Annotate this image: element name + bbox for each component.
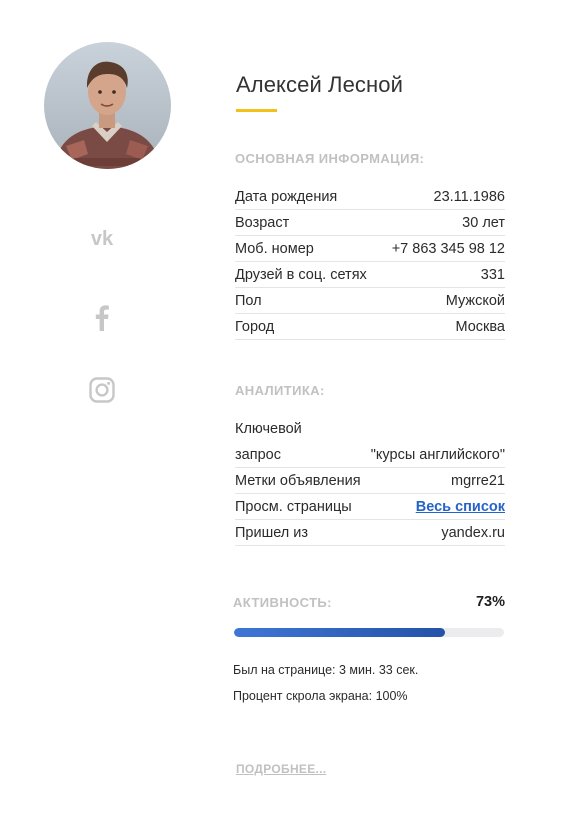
- user-photo-icon: [44, 42, 171, 169]
- activity-progress-bar: [234, 628, 504, 637]
- info-row-gender: Пол Мужской: [235, 288, 505, 314]
- section-title-basic: ОСНОВНАЯ ИНФОРМАЦИЯ:: [235, 151, 425, 166]
- full-list-link[interactable]: Весь список: [416, 499, 505, 515]
- analytics-row-source: Пришел из yandex.ru: [235, 520, 505, 546]
- row-value: 23.11.1986: [433, 188, 506, 205]
- analytics-row-page-views: Просм. страницы Весь список: [235, 494, 505, 520]
- row-value: 30 лет: [462, 214, 505, 231]
- row-value: "курсы английского": [370, 446, 505, 463]
- row-label: Друзей в соц. сетях: [235, 266, 367, 283]
- row-label: Метки объявления: [235, 472, 361, 489]
- row-label: Моб. номер: [235, 240, 314, 257]
- activity-progress-fill: [234, 628, 445, 637]
- analytics-row-ad-tags: Метки объявления mgrre21: [235, 468, 505, 494]
- analytics-list: Ключевой запрос "курсы английского" Метк…: [235, 416, 505, 546]
- instagram-icon[interactable]: [86, 374, 118, 406]
- row-label: Возраст: [235, 214, 290, 231]
- section-title-analytics: АНАЛИТИКА:: [235, 383, 325, 398]
- vk-icon[interactable]: vk: [86, 222, 118, 254]
- row-label: Пол: [235, 292, 262, 309]
- row-value: Москва: [455, 318, 505, 335]
- row-label: Дата рождения: [235, 188, 338, 205]
- row-label: Просм. страницы: [235, 498, 352, 515]
- facebook-icon[interactable]: [86, 301, 118, 333]
- row-value: yandex.ru: [441, 524, 505, 541]
- info-row-birthdate: Дата рождения 23.11.1986: [235, 184, 505, 210]
- row-value: mgrre21: [451, 472, 505, 489]
- row-label: Город: [235, 318, 275, 335]
- row-value: Мужской: [445, 292, 505, 309]
- name-underline: [236, 109, 277, 112]
- info-row-city: Город Москва: [235, 314, 505, 340]
- info-row-phone: Моб. номер +7 863 345 98 12: [235, 236, 505, 262]
- avatar: [44, 42, 171, 169]
- info-row-age: Возраст 30 лет: [235, 210, 505, 236]
- row-label: Пришел из: [235, 524, 309, 541]
- row-value: +7 863 345 98 12: [391, 240, 505, 257]
- info-row-friends: Друзей в соц. сетях 331: [235, 262, 505, 288]
- time-on-page: Был на странице: 3 мин. 33 сек.: [233, 663, 419, 677]
- profile-name: Алексей Лесной: [236, 72, 404, 97]
- analytics-row-keyword: запрос "курсы английского": [235, 442, 505, 468]
- activity-header: АКТИВНОСТЬ: 73%: [233, 594, 505, 610]
- analytics-row-keyword-line1: Ключевой: [235, 416, 505, 442]
- basic-info-list: Дата рождения 23.11.1986 Возраст 30 лет …: [235, 184, 505, 340]
- section-title-activity: АКТИВНОСТЬ:: [233, 594, 332, 610]
- row-label: Ключевой: [235, 421, 302, 437]
- row-value: 331: [480, 266, 505, 283]
- more-details-link[interactable]: ПОДРОБНЕЕ...: [236, 762, 326, 776]
- scroll-percent: Процент скрола экрана: 100%: [233, 689, 408, 703]
- svg-text:vk: vk: [91, 228, 114, 250]
- row-label: запрос: [235, 446, 281, 463]
- activity-percent: 73%: [475, 594, 505, 610]
